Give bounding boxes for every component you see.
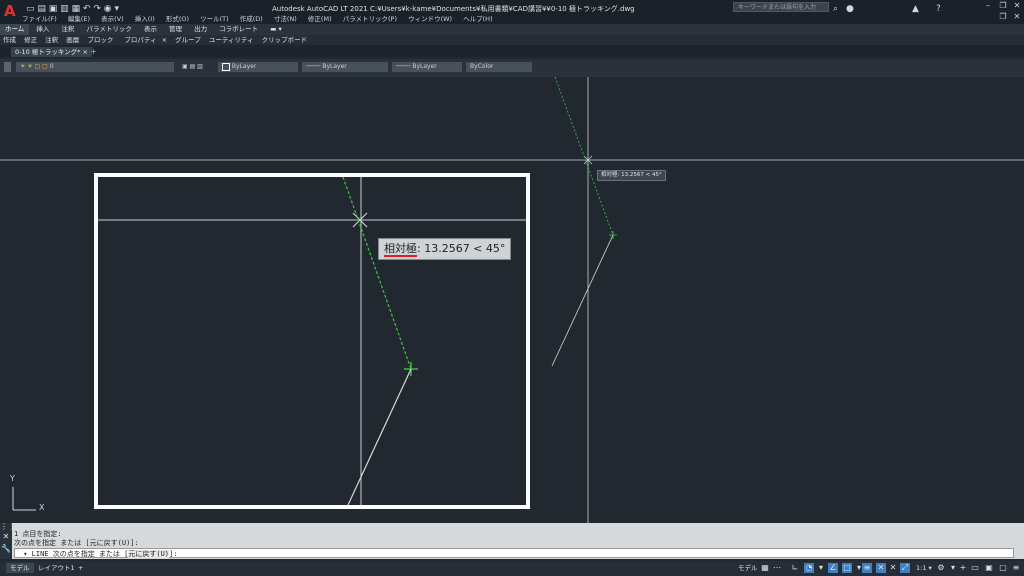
command-prompt-prefix: ▾ LINE 次の点を指定 または [ [19, 550, 129, 558]
command-input[interactable]: ▾ LINE 次の点を指定 または [元に戻す(U)]: [14, 548, 1014, 558]
zoom-tooltip-label: 相対極 [384, 242, 417, 257]
command-settings-icon[interactable]: 🔧 [0, 543, 12, 555]
workspace-menu-icon[interactable]: ▾ [948, 563, 958, 573]
ucs-x-label: X [39, 503, 45, 512]
isolate-icon[interactable]: ▣ [984, 563, 994, 573]
object-snap-tracking-icon[interactable]: ∠ [828, 563, 838, 573]
object-snap-icon[interactable]: □ [842, 563, 852, 573]
workspace-gear-icon[interactable]: ⚙ [936, 563, 946, 573]
command-prompt-suffix: ]: [169, 550, 178, 558]
zoom-inset-frame [94, 173, 530, 509]
command-history-line-2: 次の点を指定 または [元に戻す(U)]: [14, 539, 139, 547]
snap-icon[interactable]: ⋯ [772, 563, 782, 573]
annotation-visibility-icon[interactable]: ✕ [888, 563, 898, 573]
add-layout-icon[interactable]: + [74, 563, 87, 573]
ucs-y-label: Y [10, 474, 15, 483]
units-icon[interactable]: ▭ [970, 563, 980, 573]
auto-scale-icon[interactable]: ⤢ [900, 563, 910, 573]
tab-layout1[interactable]: レイアウト1 [34, 563, 79, 573]
polar-tracking-icon[interactable]: ◔ [804, 563, 814, 573]
add-icon[interactable]: + [958, 563, 968, 573]
command-close-icon[interactable]: ✕ [0, 531, 12, 543]
polar-tooltip: 相対極: 13.2567 < 45° [597, 170, 666, 181]
command-side-bar: ⋮⋮ ✕ 🔧 [0, 523, 16, 559]
annotation-icon[interactable]: ✕ [876, 563, 886, 573]
command-history: 1 点目を指定: 次の点を指定 または [元に戻す(U)]: [14, 530, 139, 548]
zoom-polar-tooltip: 相対極: 13.2567 < 45° [378, 238, 512, 260]
customize-status-icon[interactable]: ≡ [1011, 563, 1021, 573]
polar-tracking-line [554, 76, 614, 236]
lineweight-icon[interactable]: ≡ [862, 563, 872, 573]
command-grip-icon[interactable]: ⋮⋮ [0, 523, 16, 531]
isodraft-icon[interactable]: ▾ [816, 563, 826, 573]
ortho-icon[interactable]: ∟ [790, 563, 800, 573]
drawn-line [551, 234, 614, 367]
zoom-tooltip-value: : 13.2567 < 45° [417, 242, 506, 255]
command-undo-option[interactable]: 元に戻す(U) [128, 550, 170, 558]
model-space-toggle[interactable]: モデル [734, 563, 762, 573]
command-history-line-1: 1 点目を指定: [14, 530, 62, 538]
tab-model[interactable]: モデル [6, 563, 34, 573]
drawing-svg [0, 76, 1024, 523]
fullscreen-icon[interactable]: ▢ [998, 563, 1008, 573]
annotation-scale[interactable]: 1:1 ▾ [912, 563, 936, 573]
grid-icon[interactable]: ▦ [760, 563, 770, 573]
annotation-scale-value: 1:1 [916, 564, 927, 572]
